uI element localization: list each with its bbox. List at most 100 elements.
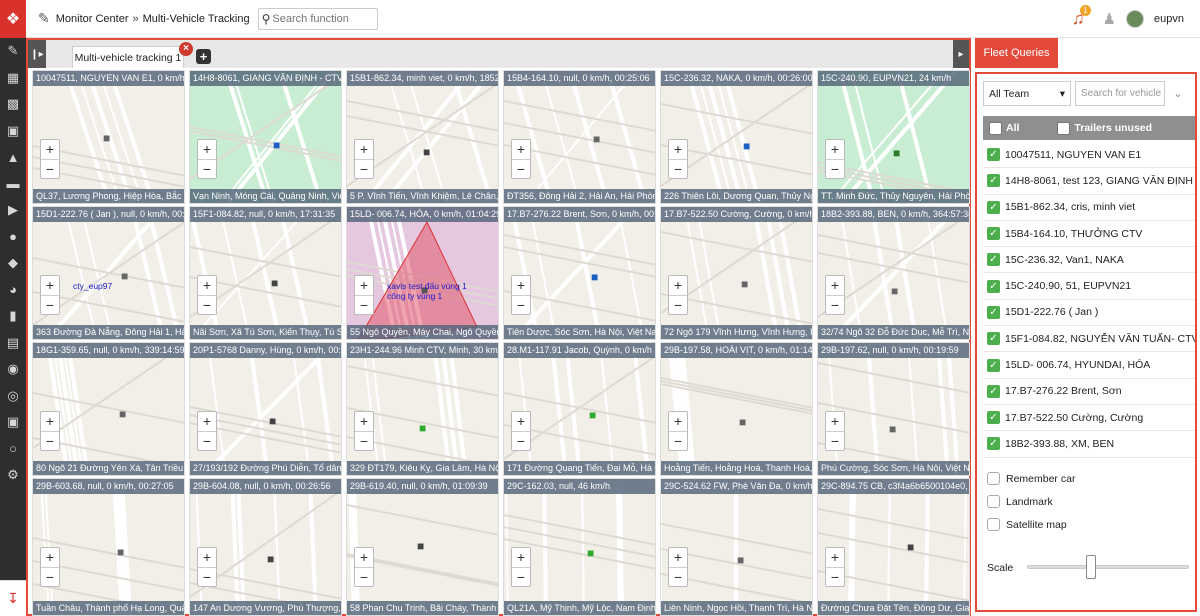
zoom-out-button[interactable]: − xyxy=(512,567,530,586)
vehicle-marker-icon[interactable]: ■ xyxy=(417,539,424,553)
scale-slider[interactable] xyxy=(1027,555,1189,579)
map-tile[interactable] xyxy=(504,207,655,339)
document-icon[interactable]: ▤ xyxy=(0,330,26,357)
user-profile-icon[interactable]: ♟ xyxy=(1103,10,1116,28)
map-tile[interactable] xyxy=(504,71,655,203)
trailers-unused-checkbox[interactable] xyxy=(1057,121,1071,135)
zoom-in-button[interactable]: + xyxy=(669,140,687,159)
collapse-icon[interactable]: ↧ xyxy=(0,580,26,616)
vehicle-marker-icon[interactable]: ■ xyxy=(269,414,276,428)
team-select[interactable]: All Team ▾ xyxy=(983,81,1071,106)
map-cell[interactable]: 15C-236.32, NAKA, 0 km/h, 00:26:00 + − ■ 226… xyxy=(660,70,813,204)
zoom-in-button[interactable]: + xyxy=(198,412,216,431)
vehicle-marker-icon[interactable]: ■ xyxy=(593,132,600,146)
zoom-out-button[interactable]: − xyxy=(198,431,216,450)
map-cell[interactable]: 15D1-222.76 ( Jan ), null, 0 km/h, 00:42… xyxy=(32,206,185,340)
vehicle-checkbox[interactable]: ✓ xyxy=(987,384,1000,398)
truck-icon[interactable]: ▲ xyxy=(0,144,26,171)
map-cell[interactable]: 29C-524.62 FW, Phè Văn Đa, 0 km/h, 01 + − ■… xyxy=(660,478,813,616)
map-cell[interactable]: 29B-197.58, HOÀI VỊT, 0 km/h, 01:14:56 + −… xyxy=(660,342,813,476)
vehicle-checkbox[interactable]: ✓ xyxy=(987,358,1000,372)
map-cell[interactable]: 29B-619.40, null, 0 km/h, 01:09:39 + − ■ 58 … xyxy=(346,478,499,616)
breadcrumb-monitor-center[interactable]: Monitor Center xyxy=(56,13,129,25)
zoom-in-button[interactable]: + xyxy=(826,140,844,159)
vehicle-checkbox[interactable]: ✓ xyxy=(987,174,1000,188)
map-cell[interactable]: 29B-604.08, null, 0 km/h, 00:26:56 + − ■ 147… xyxy=(189,478,342,616)
remember-car-checkbox[interactable] xyxy=(987,472,1000,485)
vehicle-list-item[interactable]: ✓ 17.B7-522.50 Cường, Cường xyxy=(983,405,1195,432)
vehicle-marker-icon[interactable]: ■ xyxy=(741,277,748,291)
shield-icon[interactable]: ◆ xyxy=(0,250,26,277)
select-all-checkbox[interactable] xyxy=(989,121,1002,135)
vehicle-checkbox[interactable]: ✓ xyxy=(987,279,1000,293)
map-cell[interactable]: 15B4-164.10, null, 0 km/h, 00:25:06 + − ■ ĐT… xyxy=(503,70,656,204)
map-cell[interactable]: 29B-603.68, null, 0 km/h, 00:27:05 + − ■ Tuầ… xyxy=(32,478,185,616)
zoom-in-button[interactable]: + xyxy=(512,412,530,431)
vehicle-marker-icon[interactable]: ■ xyxy=(119,407,126,421)
map-tile[interactable] xyxy=(661,207,812,339)
map-cell[interactable]: 15C-240.90, EUPVN21, 24 km/h + − ■ TT. Minh … xyxy=(817,70,970,204)
expand-left-icon[interactable]: ❙▸ xyxy=(28,40,46,68)
remember-car-option[interactable]: Remember car xyxy=(987,472,1075,485)
brand-logo-icon[interactable]: ❖ xyxy=(0,0,26,38)
map-tile[interactable] xyxy=(661,343,812,475)
location-icon[interactable]: ◉ xyxy=(0,356,26,383)
zoom-out-button[interactable]: − xyxy=(198,159,216,178)
vehicle-list-item[interactable]: ✓ 15C-236.32, Van1, NAKA xyxy=(983,247,1195,274)
zoom-out-button[interactable]: − xyxy=(512,295,530,314)
map-cell[interactable]: 18G1-359.65, null, 0 km/h, 339:14:59 + − ■ 8… xyxy=(32,342,185,476)
zoom-out-button[interactable]: − xyxy=(41,159,59,178)
vehicle-checkbox[interactable]: ✓ xyxy=(987,227,1000,241)
zoom-out-button[interactable]: − xyxy=(826,567,844,586)
map-cell[interactable]: 17.B7-522.50 Cường, Cường, 0 km/h, 01 +− ■… xyxy=(660,206,813,340)
zoom-out-button[interactable]: − xyxy=(355,295,373,314)
map-tile[interactable] xyxy=(190,343,341,475)
zoom-in-button[interactable]: + xyxy=(669,412,687,431)
zoom-out-button[interactable]: − xyxy=(355,431,373,450)
vehicle-marker-icon[interactable]: ■ xyxy=(587,546,594,560)
map-tile[interactable] xyxy=(818,207,969,339)
vehicle-list-item[interactable]: ✓ 17.B7-276.22 Brent, Sơn xyxy=(983,379,1195,405)
vehicle-marker-icon[interactable]: ■ xyxy=(907,540,914,554)
zoom-out-button[interactable]: − xyxy=(826,159,844,178)
map-tile[interactable] xyxy=(33,343,184,475)
vehicle-checkbox[interactable]: ✓ xyxy=(987,200,1000,214)
zoom-in-button[interactable]: + xyxy=(512,140,530,159)
zoom-in-button[interactable]: + xyxy=(198,140,216,159)
zoom-in-button[interactable]: + xyxy=(355,276,373,295)
map-cell[interactable]: 23H1-244.96 Minh CTV, Minh, 30 km/h + − ■ 32… xyxy=(346,342,499,476)
zoom-out-button[interactable]: − xyxy=(826,431,844,450)
map-cell[interactable]: 14H8-8061, GIANG VĂN ĐỊNH - CTV Hỏ + − ■ Vạn… xyxy=(189,70,342,204)
tab-multi-vehicle-tracking-1[interactable]: Multi-vehicle tracking 1 xyxy=(72,46,184,68)
map-tile[interactable] xyxy=(190,71,341,203)
vehicle-checkbox[interactable]: ✓ xyxy=(987,253,1000,267)
vehicle-marker-icon[interactable]: ■ xyxy=(891,284,898,298)
map-tile[interactable] xyxy=(347,343,498,475)
report-icon[interactable]: ▦ xyxy=(0,65,26,92)
briefcase-icon[interactable]: ▬ xyxy=(0,171,26,198)
zoom-in-button[interactable]: + xyxy=(198,276,216,295)
video-icon[interactable]: ▶ xyxy=(0,197,26,224)
zoom-out-button[interactable]: − xyxy=(41,431,59,450)
chart-icon[interactable]: ▩ xyxy=(0,91,26,118)
vehicle-list-item[interactable]: ✓ 15B4-164.10, THƯỞNG CTV xyxy=(983,221,1195,248)
zoom-in-button[interactable]: + xyxy=(41,140,59,159)
vehicle-marker-icon[interactable]: ■ xyxy=(103,131,110,145)
username[interactable]: eupvn xyxy=(1154,13,1184,25)
collapse-right-icon[interactable]: ▸ xyxy=(953,40,969,68)
map-cell[interactable]: 17.B7-276.22 Brent, Sơn, 0 km/h, 00:29 + −… xyxy=(503,206,656,340)
map-cell[interactable]: 29C-894.75 CB, c3f4a6b6500104e0, 0 + − ■ Đườ… xyxy=(817,478,970,616)
apps-icon[interactable]: ▣ xyxy=(0,409,26,436)
map-cell[interactable]: 15LD- 006.74, HÓA, 0 km/h, 01:04:29 + − ■ xa… xyxy=(346,206,499,340)
gauge-icon[interactable]: ◕ xyxy=(0,277,26,304)
building-icon[interactable]: ▣ xyxy=(0,118,26,145)
landmark-checkbox[interactable] xyxy=(987,495,1000,508)
zoom-in-button[interactable]: + xyxy=(512,548,530,567)
map-cell[interactable]: 29B-197.62, null, 0 km/h, 00:19:59 + − ■ Phú… xyxy=(817,342,970,476)
fleet-queries-tab[interactable]: Fleet Queries xyxy=(975,38,1058,68)
vehicle-marker-icon[interactable]: ■ xyxy=(893,146,900,160)
settings-icon[interactable]: ⚙ xyxy=(0,462,26,489)
avatar[interactable] xyxy=(1126,10,1145,28)
vehicle-marker-icon[interactable]: ■ xyxy=(737,553,744,567)
map-cell[interactable]: 10047511, NGUYEN VAN E1, 0 km/h, Bắc Gi +… xyxy=(32,70,185,204)
